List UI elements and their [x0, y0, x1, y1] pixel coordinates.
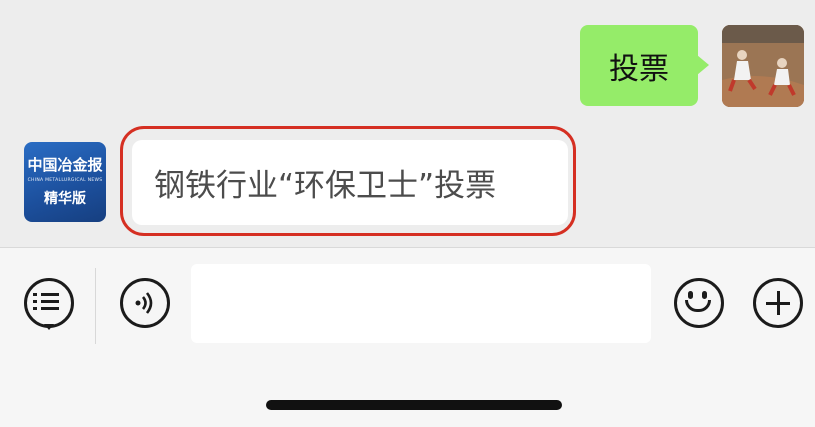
user-avatar[interactable]: [722, 25, 804, 107]
sender-avatar[interactable]: 中国冶金报 CHINA METALLURGICAL NEWS 精华版: [24, 142, 106, 222]
sender-logo-text: 中国冶金报: [27, 156, 103, 174]
voice-icon: [135, 292, 153, 314]
outgoing-message-text: 投票: [609, 51, 669, 87]
message-input[interactable]: [191, 264, 651, 343]
sender-edition-label: 精华版: [44, 191, 86, 207]
plus-icon[interactable]: [753, 278, 803, 328]
menu-caret-icon: [44, 324, 54, 330]
outgoing-message-bubble[interactable]: 投票: [580, 25, 709, 106]
menu-list-icon[interactable]: [24, 278, 74, 328]
incoming-message-text: 钢铁行业“环保卫士”投票: [154, 168, 497, 204]
incoming-message-bubble[interactable]: 钢铁行业“环保卫士”投票: [132, 140, 568, 225]
sender-logo-subtitle: CHINA METALLURGICAL NEWS: [27, 178, 103, 183]
input-divider: [95, 268, 96, 344]
home-indicator[interactable]: [266, 400, 562, 410]
emoji-icon: [688, 291, 693, 299]
